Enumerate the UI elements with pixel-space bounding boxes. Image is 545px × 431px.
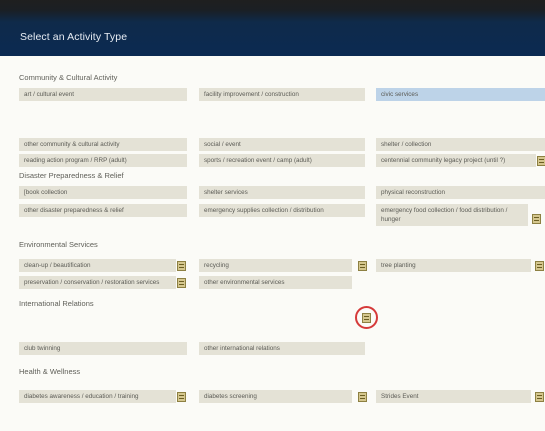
expand-icon[interactable] — [537, 156, 545, 166]
dialog-title-bar: Select an Activity Type — [0, 0, 545, 56]
option-diabetes-screening[interactable]: diabetes screening — [199, 390, 352, 403]
section-heading-health: Health & Wellness — [19, 367, 81, 376]
option-emergency-food[interactable]: emergency food collection / food distrib… — [376, 204, 528, 226]
option-strides-event[interactable]: Strides Event — [376, 390, 531, 403]
highlight-circle — [355, 306, 378, 329]
section-heading-disaster: Disaster Preparedness & Relief — [19, 171, 124, 180]
expand-icon[interactable] — [535, 392, 544, 402]
option-centennial-legacy[interactable]: centennial community legacy project (unt… — [376, 154, 536, 167]
section-heading-community: Community & Cultural Activity — [19, 73, 118, 82]
option-other-environmental[interactable]: other environmental services — [199, 276, 352, 289]
option-other-disaster[interactable]: other disaster preparedness & relief — [19, 204, 187, 217]
option-recycling[interactable]: recycling — [199, 259, 352, 272]
option-tree-planting[interactable]: tree planting — [376, 259, 531, 272]
section-heading-international: International Relations — [19, 299, 94, 308]
option-book-collection[interactable]: [book collection — [19, 186, 187, 199]
option-shelter-services[interactable]: shelter services — [199, 186, 365, 199]
option-sports-recreation[interactable]: sports / recreation event / camp (adult) — [199, 154, 365, 167]
option-civic-services[interactable]: civic services — [376, 88, 545, 101]
option-facility-improvement[interactable]: facility improvement / construction — [199, 88, 365, 101]
option-emergency-supplies[interactable]: emergency supplies collection / distribu… — [199, 204, 365, 217]
dialog-title: Select an Activity Type — [20, 31, 128, 43]
option-art-cultural-event[interactable]: art / cultural event — [19, 88, 187, 101]
expand-icon[interactable] — [177, 392, 186, 402]
option-clean-up[interactable]: clean-up / beautification — [19, 259, 176, 272]
expand-icon[interactable] — [177, 261, 186, 271]
expand-icon[interactable] — [532, 214, 541, 224]
section-heading-environment: Environmental Services — [19, 240, 98, 249]
expand-icon[interactable] — [358, 261, 367, 271]
option-physical-reconstruction[interactable]: physical reconstruction — [376, 186, 545, 199]
expand-icon[interactable] — [535, 261, 544, 271]
option-reading-action[interactable]: reading action program / RRP (adult) — [19, 154, 187, 167]
option-club-twinning[interactable]: club twinning — [19, 342, 187, 355]
expand-icon[interactable] — [358, 392, 367, 402]
option-preservation[interactable]: preservation / conservation / restoratio… — [19, 276, 176, 289]
option-diabetes-awareness[interactable]: diabetes awareness / education / trainin… — [19, 390, 176, 403]
expand-icon[interactable] — [177, 278, 186, 288]
option-other-international[interactable]: other international relations — [199, 342, 365, 355]
option-shelter-collection[interactable]: shelter / collection — [376, 138, 545, 151]
option-social-event[interactable]: social / event — [199, 138, 365, 151]
option-other-community[interactable]: other community & cultural activity — [19, 138, 187, 151]
